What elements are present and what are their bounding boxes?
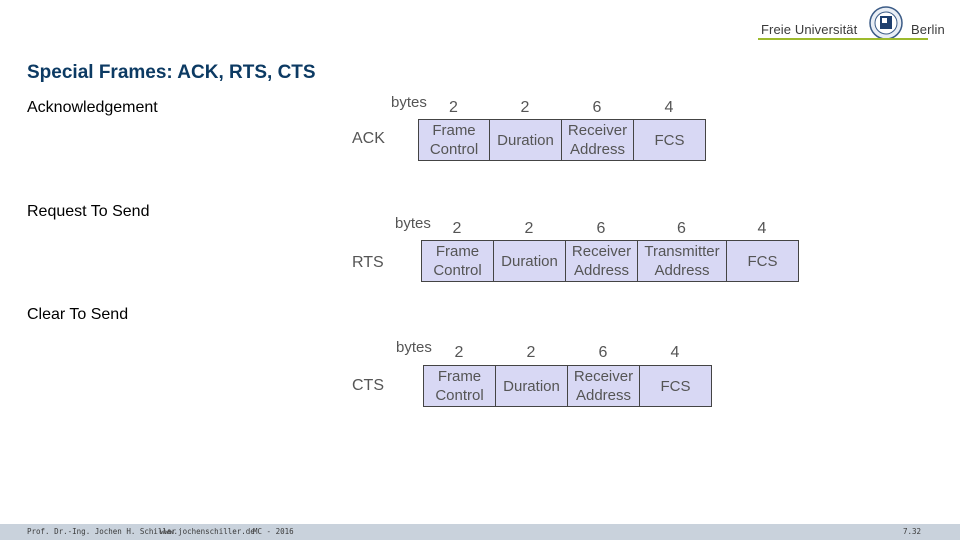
page-number: 7.32 <box>903 527 922 536</box>
field-receiver-address: Receiver Address <box>562 120 634 160</box>
field-size: 6 <box>596 220 606 237</box>
field-frame-control: Frame Control <box>419 120 490 160</box>
section-label-ack: Acknowledgement <box>27 99 158 116</box>
field-duration: Duration <box>494 241 566 281</box>
field-receiver-address: Receiver Address <box>566 241 638 281</box>
field-transmitter-address: Transmitter Address <box>638 241 727 281</box>
field-duration: Duration <box>490 120 562 160</box>
field-size: 4 <box>757 220 767 237</box>
footer-author: Prof. Dr.-Ing. Jochen H. Schiller <box>27 527 177 536</box>
field-size: 2 <box>520 99 530 116</box>
field-fcs: FCS <box>727 241 799 281</box>
field-size: 4 <box>670 344 680 361</box>
footer-course: MC - 2016 <box>253 527 294 536</box>
field-size: 6 <box>677 220 686 237</box>
field-size: 2 <box>454 344 464 361</box>
field-receiver-address: Receiver Address <box>568 366 640 406</box>
slide-title: Special Frames: ACK, RTS, CTS <box>27 62 316 83</box>
field-size: 2 <box>452 220 462 237</box>
field-size: 2 <box>524 220 534 237</box>
logo-accent-bar <box>758 38 928 40</box>
section-label-cts: Clear To Send <box>27 306 129 323</box>
footer-website: www.jochenschiller.de <box>160 527 255 536</box>
section-label-rts: Request To Send <box>27 203 150 220</box>
logo-text-right: Berlin <box>911 22 945 37</box>
field-fcs: FCS <box>640 366 712 406</box>
frame-type-label: CTS <box>352 377 384 394</box>
field-frame-control: Frame Control <box>422 241 494 281</box>
field-size: 6 <box>592 99 602 116</box>
field-size: 4 <box>664 99 674 116</box>
footer-bar: Prof. Dr.-Ing. Jochen H. Schiller www.jo… <box>0 524 960 540</box>
frame-type-label: ACK <box>352 130 385 147</box>
university-logo: Freie Universität Berlin <box>758 4 945 40</box>
university-seal-icon <box>869 6 903 40</box>
field-size: 2 <box>449 99 458 116</box>
frame-type-label: RTS <box>352 254 384 271</box>
field-size: 6 <box>598 344 608 361</box>
field-duration: Duration <box>496 366 568 406</box>
field-size: 2 <box>526 344 536 361</box>
logo-text-left: Freie Universität <box>761 22 858 37</box>
field-fcs: FCS <box>634 120 706 160</box>
field-frame-control: Frame Control <box>424 366 496 406</box>
